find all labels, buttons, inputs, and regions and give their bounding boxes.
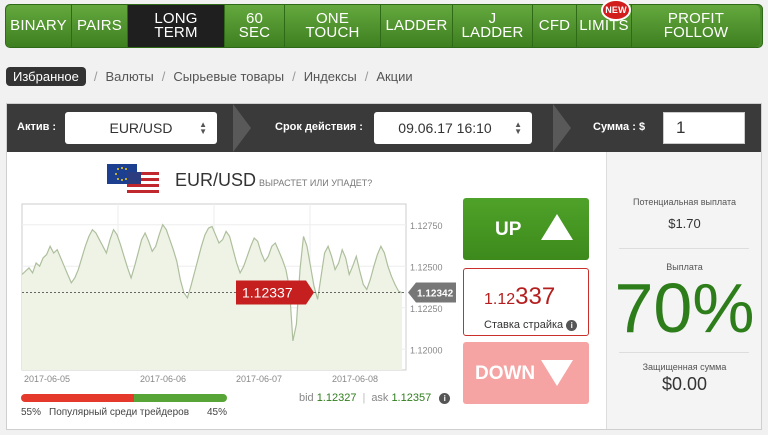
separator: /: [364, 68, 369, 84]
x-tick-label: 2017-06-05: [24, 374, 70, 384]
ask-label: ask: [371, 392, 389, 404]
y-tick-label: 1.12750: [410, 221, 443, 231]
up-arrow-icon: [541, 214, 573, 240]
payout-percent: 70%: [614, 269, 755, 347]
separator: /: [93, 68, 98, 84]
tab-cfd[interactable]: CFD: [533, 5, 577, 47]
popularity-down-pct: 55%: [21, 407, 42, 418]
price-chart: 1.12750 1.12500 1.12250 1.12000 2017-06-05 20…: [21, 203, 456, 384]
down-arrow-icon: [541, 360, 573, 386]
expiry-select[interactable]: 09.06.17 16:10 ▲ ▼: [374, 112, 532, 144]
y-tick-label: 1.12000: [410, 345, 443, 355]
trading-panel: Актив : EUR/USD ▲ ▼ Срок действия : 09.06…: [6, 103, 762, 430]
amount-input[interactable]: [663, 112, 745, 144]
chevron-divider: [553, 104, 571, 152]
up-button[interactable]: UP: [463, 198, 589, 260]
category-stocks[interactable]: Акции: [376, 69, 412, 84]
bid-value: 1.12327: [316, 392, 357, 404]
strike-price-suffix: 337: [515, 283, 556, 310]
popularity-down-fill: [21, 394, 135, 402]
y-tick-label: 1.12250: [410, 304, 443, 314]
asset-question: ВЫРАСТЕТ ИЛИ УПАДЕТ?: [259, 178, 373, 188]
payout-panel: Потенциальная выплата $1.70 Выплата 70% …: [606, 152, 761, 429]
expiry-label: Срок действия :: [275, 121, 363, 133]
popularity-up-pct: 45%: [207, 407, 228, 418]
tab-limits[interactable]: LIMITS NEW: [577, 0, 632, 47]
tab-60-sec[interactable]: 60 SEC: [225, 5, 285, 47]
quote-divider: |: [362, 392, 366, 404]
category-favorites[interactable]: Избранное: [6, 66, 86, 86]
asset-label: Актив :: [17, 121, 57, 133]
category-indices[interactable]: Индексы: [304, 69, 357, 84]
divider: [619, 248, 749, 249]
x-tick-label: 2017-06-06: [140, 374, 186, 384]
strike-marker-label: 1.12337: [242, 284, 293, 300]
asset-select-value: EUR/USD: [109, 120, 173, 136]
category-nav: Избранное / Валюты / Сырьевые товары / И…: [6, 66, 413, 86]
strike-price: 1.12337: [484, 283, 555, 311]
ask-value: 1.12357: [391, 392, 432, 404]
x-tick-label: 2017-06-08: [332, 374, 378, 384]
protected-amount-label: Защищенная сумма: [642, 362, 727, 372]
strike-caption: Ставка страйка: [484, 319, 564, 331]
new-badge: NEW: [601, 0, 631, 21]
select-arrows-icon: ▲ ▼: [199, 120, 207, 136]
bid-ask-quotes: bid 1.12327 | ask 1.12357 i: [299, 392, 451, 404]
y-tick-label: 1.12500: [410, 262, 443, 272]
popularity-label: Популярный среди трейдеров: [49, 407, 190, 418]
up-button-label: UP: [495, 219, 522, 240]
info-icon[interactable]: i: [439, 392, 451, 404]
down-button-label: DOWN: [475, 363, 536, 384]
eur-usd-flag-icon: [107, 164, 159, 194]
tab-ladder[interactable]: LADDER: [381, 5, 453, 47]
x-tick-label: 2017-06-07: [236, 374, 282, 384]
asset-select[interactable]: EUR/USD ▲ ▼: [65, 112, 217, 144]
tab-one-touch[interactable]: ONE TOUCH: [285, 5, 381, 47]
tab-binary[interactable]: BINARY: [6, 5, 72, 47]
current-price-label: 1.12342: [417, 288, 454, 299]
separator: /: [161, 68, 166, 84]
tab-j-ladder[interactable]: J LADDER: [453, 5, 533, 47]
category-currencies[interactable]: Валюты: [106, 69, 154, 84]
tab-pairs[interactable]: PAIRS: [72, 5, 128, 47]
strike-box: 1.12337 Ставка страйка i: [463, 268, 589, 336]
chevron-divider: [233, 104, 251, 152]
expiry-select-value: 09.06.17 16:10: [398, 120, 492, 136]
product-tabs: BINARY PAIRS LONG TERM 60 SEC ONE TOUCH LADDE…: [5, 0, 763, 48]
asset-title: EUR/USD: [175, 170, 257, 190]
potential-payout-label: Потенциальная выплата: [633, 197, 736, 207]
tab-profit-follow[interactable]: PROFIT FOLLOW: [632, 5, 760, 47]
info-icon[interactable]: i: [566, 320, 578, 331]
tab-long-term[interactable]: LONG TERM: [128, 5, 225, 47]
potential-payout-value: $1.70: [668, 216, 701, 231]
separator: /: [292, 68, 296, 84]
select-arrows-icon: ▲ ▼: [514, 120, 522, 136]
popularity-bar: [21, 394, 227, 402]
bid-label: bid: [299, 392, 314, 404]
protected-amount-value: $0.00: [661, 374, 708, 394]
down-button[interactable]: DOWN: [463, 342, 589, 404]
popularity-up-fill: [134, 394, 227, 402]
trade-form-bar: Актив : EUR/USD ▲ ▼ Срок действия : 09.06…: [7, 104, 761, 152]
divider: [619, 352, 749, 353]
category-commodities[interactable]: Сырьевые товары: [173, 69, 284, 84]
strike-caption-row: Ставка страйка i: [484, 319, 578, 331]
amount-label: Сумма : $: [593, 121, 646, 133]
strike-price-prefix: 1.12: [484, 291, 516, 308]
